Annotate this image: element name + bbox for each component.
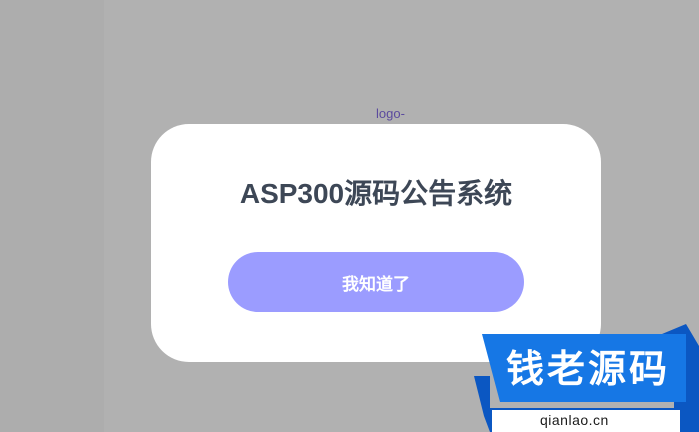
logo-image-alt: logo- — [376, 106, 405, 121]
modal-title: ASP300源码公告系统 — [239, 178, 513, 209]
acknowledge-button[interactable]: 我知道了 — [228, 252, 524, 312]
background-left-panel — [0, 0, 104, 432]
watermark-logo: 钱老源码 qianlao.cn — [474, 324, 699, 432]
watermark-brand-text: 钱老源码 — [505, 347, 670, 391]
watermark-url: qianlao.cn — [540, 412, 609, 428]
